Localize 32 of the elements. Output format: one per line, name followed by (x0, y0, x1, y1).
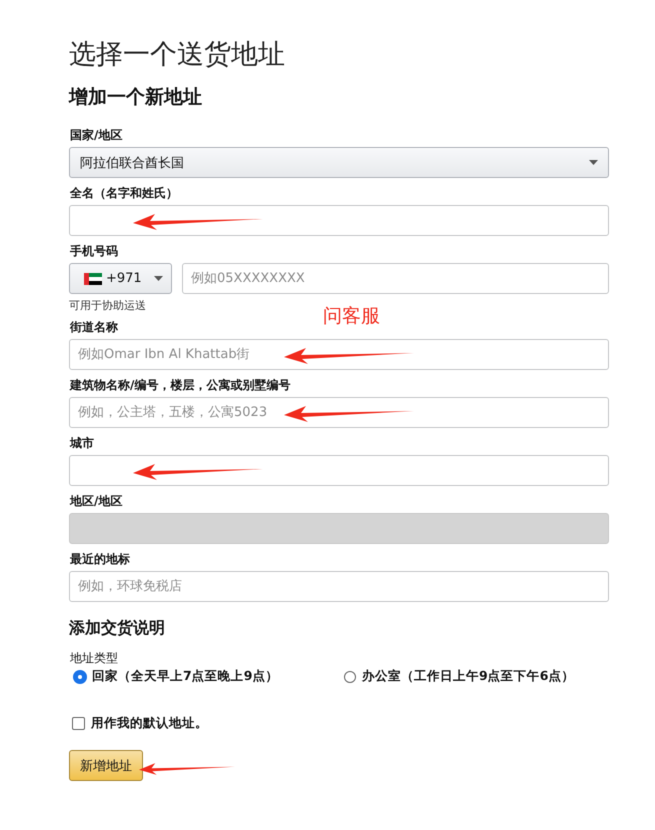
radio-button[interactable] (74, 670, 86, 682)
checkbox-label: 用作我的默认地址。 (91, 715, 208, 732)
section-heading: 增加一个新地址 (69, 85, 203, 110)
field-label: 街道名称 (69, 320, 119, 334)
field-label: 地区/地区 (69, 494, 124, 508)
section-heading: 添加交货说明 (69, 618, 166, 639)
input-field[interactable]: 例如，公主塔，五楼，公寓5023 (69, 397, 609, 428)
radio-label: 回家（全天早上7点至晚上9点） (92, 668, 278, 685)
field-label: 国家/地区 (69, 128, 124, 142)
radio-label: 办公室（工作日上午9点至下午6点） (362, 668, 574, 685)
field-label: 手机号码 (69, 244, 119, 258)
input-field[interactable]: 例如，环球免税店 (69, 571, 609, 602)
page-title: 选择一个送货地址 (69, 38, 286, 72)
input-field[interactable]: 例如Omar Ibn Al Khattab街 (69, 339, 609, 370)
field-label: 地址类型 (69, 651, 119, 665)
helper-text: 可用于协助运送 (69, 299, 147, 312)
radio-button[interactable] (344, 670, 356, 682)
field-label: 城市 (69, 436, 95, 450)
field-label: 建筑物名称/编号，楼层，公寓或别墅编号 (69, 378, 292, 392)
flag-icon (84, 272, 102, 284)
country-dropdown[interactable]: 阿拉伯联合酋长国 (69, 147, 609, 178)
input-field[interactable] (69, 205, 609, 236)
phone-input-field[interactable]: 例如05XXXXXXXX (182, 263, 609, 294)
field-label: 最近的地标 (69, 552, 131, 566)
checkbox[interactable] (72, 717, 85, 730)
add-address-button[interactable]: 新增地址 (69, 750, 143, 781)
input-field[interactable] (69, 455, 609, 486)
country-code-dropdown[interactable]: +971 (69, 263, 172, 294)
field-label: 全名（名字和姓氏） (69, 186, 179, 200)
caret-icon (589, 160, 598, 165)
caret-icon (154, 276, 163, 281)
annotation-text: 问客服 (323, 304, 380, 329)
